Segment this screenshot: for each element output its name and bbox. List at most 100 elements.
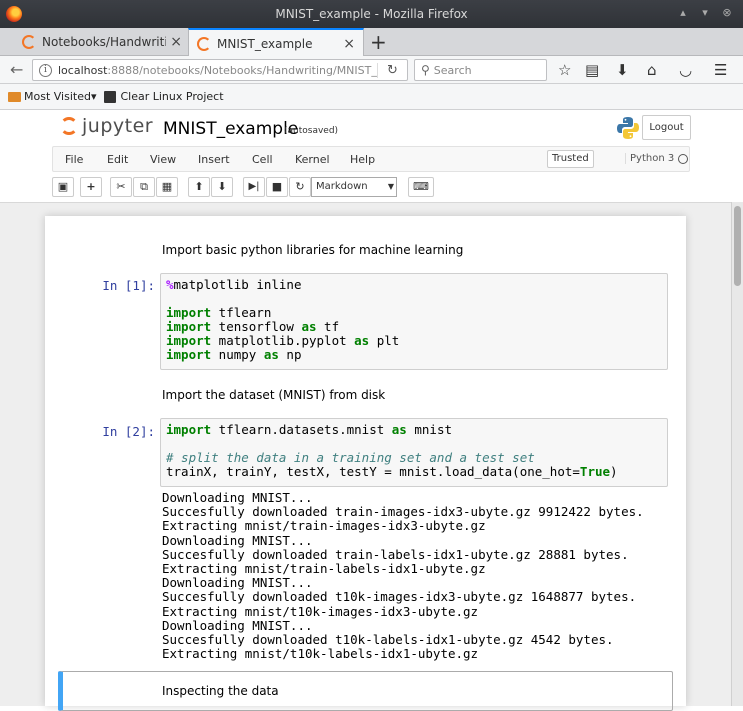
- menu-file[interactable]: File: [65, 153, 83, 166]
- search-bar[interactable]: ⚲ Search: [414, 59, 547, 81]
- search-placeholder[interactable]: Search: [434, 64, 472, 77]
- copy-icon[interactable]: ⧉: [133, 177, 155, 197]
- menu-hamburger-icon[interactable]: ☰: [714, 61, 727, 79]
- interrupt-kernel-icon[interactable]: ■: [266, 177, 288, 197]
- folder-icon: [8, 91, 21, 102]
- site-info-icon[interactable]: i: [39, 63, 52, 77]
- menu-insert[interactable]: Insert: [198, 153, 230, 166]
- downloads-icon[interactable]: ⬇: [616, 61, 629, 79]
- tab-strip: Notebooks/Handwritin/ × MNIST_example × …: [0, 28, 743, 57]
- bookmark-clear-linux[interactable]: Clear Linux Project: [104, 90, 224, 103]
- scrollbar[interactable]: [731, 202, 743, 706]
- new-tab-button[interactable]: +: [370, 31, 387, 53]
- chevron-down-icon: ▼: [387, 182, 394, 191]
- tab-close-icon[interactable]: ×: [170, 34, 182, 50]
- code-line: import tflearn.datasets.mnist as mnist: [166, 422, 452, 437]
- cell-type-select[interactable]: Markdown ▼: [311, 177, 397, 197]
- notebook-title[interactable]: MNIST_example: [163, 119, 298, 139]
- python-logo-icon: [617, 117, 639, 139]
- code-comment: # split the data in a training set and a…: [166, 450, 535, 465]
- code-line: import numpy as np: [166, 347, 302, 362]
- move-down-icon[interactable]: ⬇: [211, 177, 233, 197]
- menu-help[interactable]: Help: [350, 153, 375, 166]
- markdown-cell[interactable]: Import the dataset (MNIST) from disk: [162, 388, 385, 402]
- tab-label: Notebooks/Handwritin/: [42, 35, 167, 49]
- notebook-page: Import basic python libraries for machin…: [45, 216, 686, 711]
- bookmarks-toolbar: Most Visited ▾ Clear Linux Project: [0, 84, 743, 110]
- bookmark-star-icon[interactable]: ☆: [558, 61, 571, 79]
- search-icon: ⚲: [421, 63, 430, 77]
- tab-label: MNIST_example: [217, 36, 313, 51]
- pocket-icon[interactable]: ◡: [679, 61, 692, 79]
- markdown-cell[interactable]: Inspecting the data: [162, 684, 279, 698]
- tab-notebooks-handwriting[interactable]: Notebooks/Handwritin/ ×: [14, 28, 190, 56]
- reading-list-icon[interactable]: ▤: [585, 61, 599, 79]
- chevron-down-icon: ▾: [90, 90, 97, 103]
- trusted-indicator[interactable]: Trusted: [547, 150, 594, 168]
- code-line: %matplotlib inline: [166, 277, 302, 292]
- output-line: Succesfully downloaded train-images-idx3…: [162, 504, 644, 520]
- cut-icon[interactable]: ✂: [110, 177, 132, 197]
- reload-icon[interactable]: ↻: [377, 62, 407, 78]
- window-titlebar: MNIST_example - Mozilla Firefox ▴ ▾ ⊗: [0, 0, 743, 28]
- code-cell-output: Downloading MNIST... Succesfully downloa…: [162, 490, 644, 661]
- cell-prompt: In [2]:: [102, 424, 155, 439]
- home-icon[interactable]: ⌂: [647, 61, 657, 79]
- jupyter-header: jupyter MNIST_example (autosaved) Logout: [0, 110, 743, 146]
- notebook-menubar: File Edit View Insert Cell Kernel Help T…: [52, 146, 690, 172]
- notebook-toolbar: ▣ + ✂ ⧉ ▦ ⬆ ⬇ ▶| ■ ↻ Markdown ▼ ⌨: [52, 177, 692, 199]
- code-cell-input[interactable]: import tflearn.datasets.mnist as mnist #…: [160, 418, 668, 487]
- restart-kernel-icon[interactable]: ↻: [289, 177, 311, 197]
- clear-linux-icon: [104, 90, 117, 103]
- save-icon[interactable]: ▣: [52, 177, 74, 197]
- url-text[interactable]: localhost:8888/notebooks/Notebooks/Handw…: [58, 64, 377, 77]
- kernel-name: Python 3: [625, 153, 674, 164]
- cell-prompt: In [1]:: [102, 278, 155, 293]
- tab-close-icon[interactable]: ×: [343, 36, 355, 52]
- output-line: Extracting mnist/train-images-idx3-ubyte…: [162, 518, 486, 534]
- window-minimize-icon[interactable]: ▾: [698, 6, 712, 20]
- navigation-bar: ← i localhost:8888/notebooks/Notebooks/H…: [0, 56, 743, 84]
- keyboard-shortcuts-icon[interactable]: ⌨: [408, 177, 434, 197]
- back-arrow-icon[interactable]: ←: [10, 60, 23, 79]
- run-cell-icon[interactable]: ▶|: [243, 177, 265, 197]
- move-up-icon[interactable]: ⬆: [188, 177, 210, 197]
- output-line: Downloading MNIST...: [162, 532, 313, 548]
- markdown-cell[interactable]: Import basic python libraries for machin…: [162, 243, 463, 257]
- output-line: Succesfully downloaded t10k-labels-idx1-…: [162, 631, 614, 647]
- code-line: import matplotlib.pyplot as plt: [166, 333, 400, 348]
- menu-edit[interactable]: Edit: [107, 153, 128, 166]
- window-restore-icon[interactable]: ▴: [676, 6, 690, 20]
- menu-kernel[interactable]: Kernel: [295, 153, 330, 166]
- paste-icon[interactable]: ▦: [156, 177, 178, 197]
- window-close-icon[interactable]: ⊗: [720, 6, 734, 20]
- output-line: Downloading MNIST...: [162, 617, 313, 633]
- output-line: Succesfully downloaded train-labels-idx1…: [162, 546, 629, 562]
- tab-mnist-example[interactable]: MNIST_example ×: [188, 28, 364, 57]
- code-cell-input[interactable]: %matplotlib inline import tflearn import…: [160, 273, 668, 370]
- url-bar[interactable]: i localhost:8888/notebooks/Notebooks/Han…: [32, 59, 408, 81]
- output-line: Downloading MNIST...: [162, 575, 313, 591]
- kernel-idle-indicator-icon: [678, 154, 688, 164]
- logout-button[interactable]: Logout: [642, 115, 691, 140]
- jupyter-logo[interactable]: jupyter: [60, 115, 153, 137]
- bookmark-most-visited[interactable]: Most Visited ▾: [8, 90, 96, 103]
- jupyter-favicon-icon: [22, 35, 36, 49]
- selected-markdown-cell[interactable]: [58, 671, 673, 711]
- code-line: import tflearn: [166, 305, 272, 320]
- code-line: trainX, trainY, testX, testY = mnist.loa…: [166, 464, 618, 479]
- window-title: MNIST_example - Mozilla Firefox: [275, 7, 468, 21]
- output-line: Succesfully downloaded t10k-images-idx3-…: [162, 589, 637, 605]
- insert-cell-icon[interactable]: +: [80, 177, 102, 197]
- output-line: Downloading MNIST...: [162, 490, 313, 505]
- menu-view[interactable]: View: [150, 153, 176, 166]
- jupyter-favicon-icon: [197, 36, 211, 51]
- menu-cell[interactable]: Cell: [252, 153, 273, 166]
- output-line: Extracting mnist/t10k-images-idx3-ubyte.…: [162, 603, 479, 619]
- code-line: import tensorflow as tf: [166, 319, 340, 334]
- jupyter-logo-icon: [60, 117, 78, 135]
- scroll-thumb[interactable]: [734, 206, 741, 286]
- output-line: Extracting mnist/train-labels-idx1-ubyte…: [162, 560, 486, 576]
